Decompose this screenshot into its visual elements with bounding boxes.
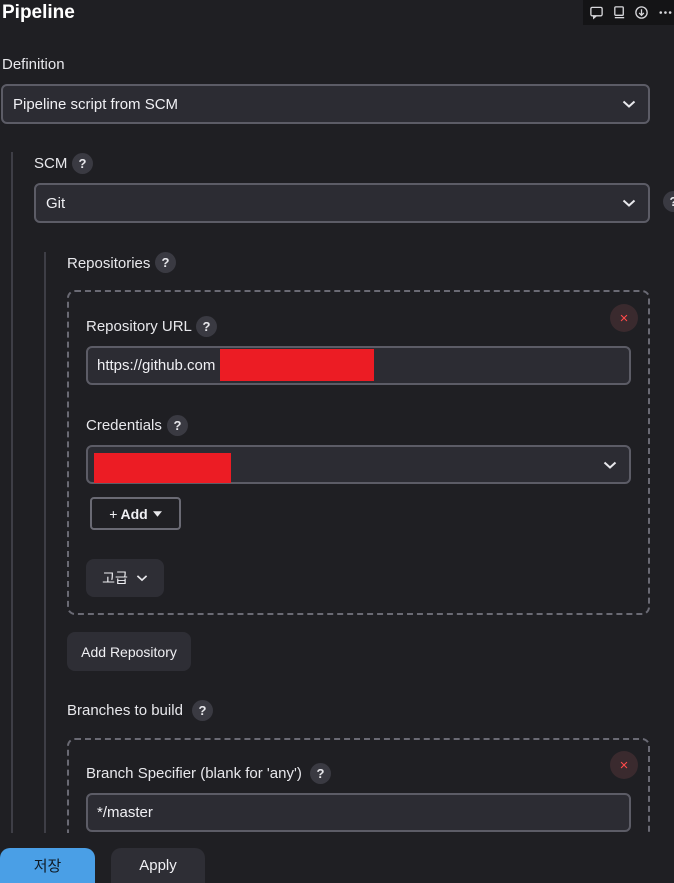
scm-side-help-icon[interactable]: ? [663,191,674,212]
advanced-label: 고급 [102,570,128,586]
repositories-label: Repositories [67,255,151,272]
repository-delete-icon[interactable]: × [610,304,638,332]
branch-specifier-value: */master [97,804,153,821]
chevron-down-icon [622,199,636,207]
branch-delete-icon[interactable]: × [610,751,638,779]
toolbar [583,0,674,25]
repositories-help-icon[interactable]: ? [155,252,176,273]
plus-icon: + [109,505,118,522]
comment-icon[interactable] [587,2,606,24]
more-icon[interactable] [655,2,674,24]
add-credentials-button[interactable]: + Add [90,497,181,530]
scm-value: Git [46,194,66,212]
repository-url-label: Repository URL [86,318,192,335]
credentials-label: Credentials [86,417,162,434]
definition-label: Definition [2,56,65,73]
save-button[interactable]: 저장 [0,848,95,883]
clipboard-icon[interactable] [610,2,629,24]
scm-label: SCM [34,155,68,172]
definition-select[interactable]: Pipeline script from SCM [1,84,650,124]
credentials-help-icon[interactable]: ? [167,415,188,436]
redaction-box [94,453,231,483]
branches-label: Branches to build [67,702,183,719]
bottom-bar [0,833,674,883]
apply-button[interactable]: Apply [111,848,205,883]
advanced-button[interactable]: 고급 [86,559,164,597]
page-title: Pipeline [2,2,75,23]
add-repository-button[interactable]: Add Repository [67,632,191,671]
branch-specifier-label: Branch Specifier (blank for 'any') [86,765,302,782]
branch-specifier-input[interactable]: */master [86,793,631,832]
branches-help-icon[interactable]: ? [192,700,213,721]
download-icon[interactable] [633,2,652,24]
redaction-box [220,349,374,381]
scm-select[interactable]: Git [34,183,650,223]
git-indent-line [44,252,46,833]
chevron-down-icon [136,575,148,582]
chevron-down-icon [603,461,617,469]
chevron-down-icon [622,100,636,108]
branch-specifier-help-icon[interactable]: ? [310,763,331,784]
scm-indent-line [11,152,13,833]
scm-help-icon[interactable]: ? [72,153,93,174]
repository-url-help-icon[interactable]: ? [196,316,217,337]
definition-value: Pipeline script from SCM [13,95,179,113]
repository-url-value: https://github.com [97,357,216,374]
add-credentials-label: Add [120,505,148,522]
caret-down-icon [152,510,162,517]
